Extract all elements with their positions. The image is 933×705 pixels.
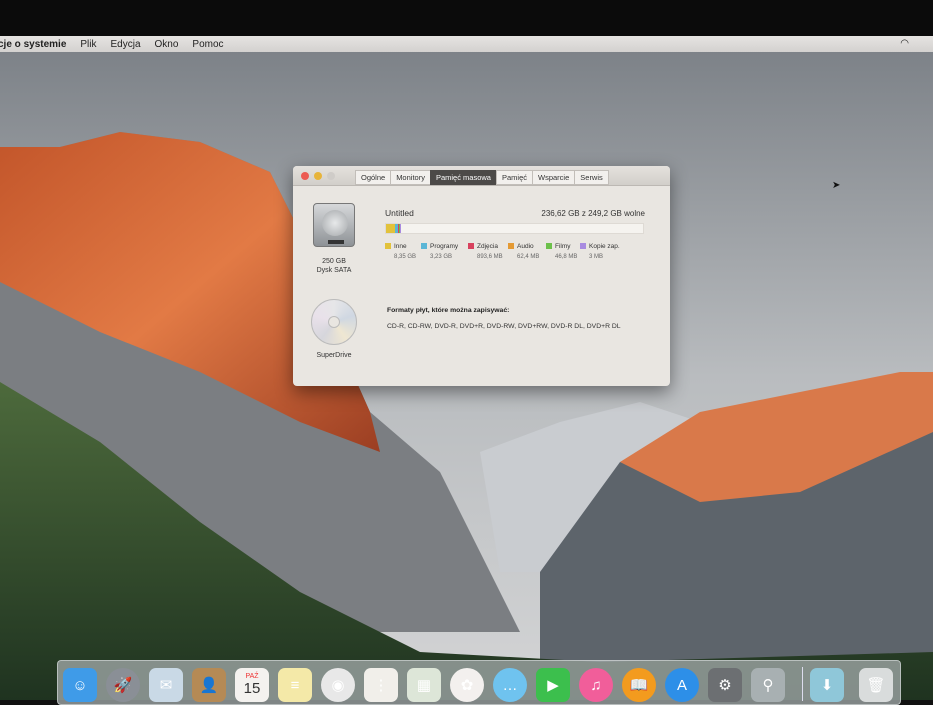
system-info-window: Ogólne Monitory Pamięć masowa Pamięć Wsp… [293,166,670,386]
dock-messages-icon[interactable]: … [493,668,527,702]
legend-size: 8,35 GB [394,254,417,260]
dock-reminders-icon[interactable]: ⋮ [364,668,398,702]
calendar-month: PAŹ [245,673,259,680]
zoom-button[interactable] [327,172,335,180]
formats-list: CD-R, CD-RW, DVD-R, DVD+R, DVD-RW, DVD+R… [387,323,621,330]
legend-size: 3,23 GB [430,254,453,260]
screen-bezel [0,0,933,38]
legend-size: 3 MB [589,254,604,260]
legend-label: Inne [394,243,407,250]
disk-size: 250 GB [322,258,346,265]
close-button[interactable] [301,172,309,180]
legend-item: Audio 62,4 MB [508,243,539,260]
menu-edycja[interactable]: Edycja [111,39,141,50]
tab-ogolne[interactable]: Ogólne [355,170,392,185]
dock-utility-icon[interactable]: ⚲ [751,668,785,702]
dock: ☺ 🚀 ✉ 👤 PAŹ 15 ≡ ◉ ⋮ ▦ ✿ … ▶ ♫ 📖 A ⚙ ⚲ ⬇ 🗑 [57,660,901,705]
calendar-day: 15 [243,680,261,697]
menu-pomoc[interactable]: Pomoc [192,39,223,50]
tab-monitory[interactable]: Monitory [390,170,431,185]
minimize-button[interactable] [314,172,322,180]
tab-pamiec-masowa[interactable]: Pamięć masowa [429,170,497,185]
legend-swatch [421,243,427,249]
legend-size: 46,8 MB [555,254,578,260]
legend-label: Filmy [555,243,571,250]
legend-size: 62,4 MB [517,254,540,260]
dock-ibooks-icon[interactable]: 📖 [622,668,656,702]
disc-icon [311,299,357,345]
legend-swatch [508,243,514,249]
volume-name: Untitled [385,208,414,218]
legend-swatch [546,243,552,249]
mouse-cursor-icon: ➤ [832,180,841,191]
disk-type: Dysk SATA [316,267,352,274]
legend-item: Programy 3,23 GB [421,243,458,260]
dock-preview-icon[interactable]: ▦ [407,668,441,702]
legend-swatch [385,243,391,249]
wifi-icon[interactable]: ◠ [900,38,909,49]
tab-wsparcie[interactable]: Wsparcie [532,170,576,185]
tab-pamiec[interactable]: Pamięć [495,170,533,185]
legend-label: Zdjęcia [477,243,498,250]
legend-label: Kopie zap. [589,243,620,250]
dock-notes-icon[interactable]: ≡ [278,668,312,702]
window-titlebar[interactable]: Ogólne Monitory Pamięć masowa Pamięć Wsp… [293,166,670,186]
dock-app-store-icon[interactable]: A [665,668,699,702]
dock-downloads-icon[interactable]: ⬇ [810,668,844,702]
dock-launchpad-icon[interactable]: 🚀 [106,668,140,702]
dock-contacts-icon[interactable]: 👤 [192,668,226,702]
drive-name: SuperDrive [316,352,352,359]
legend-item: Zdjęcia 893,6 MB [468,243,503,260]
dock-chrome-icon[interactable]: ◉ [321,668,355,702]
legend-item: Inne 8,35 GB [385,243,416,260]
dock-system-preferences-icon[interactable]: ⚙ [708,668,742,702]
dock-facetime-icon[interactable]: ▶ [536,668,570,702]
hard-disk-icon [313,203,355,247]
legend-item: Filmy 46,8 MB [546,243,577,260]
storage-usage-bar [385,223,644,234]
tab-serwis[interactable]: Serwis [574,170,609,185]
legend-swatch [468,243,474,249]
dock-divider [802,667,803,701]
menu-app-name[interactable]: cje o systemie [0,39,66,50]
usage-segment-0 [386,224,395,233]
menu-okno[interactable]: Okno [155,39,179,50]
formats-label: Formaty płyt, które można zapisywać: [387,307,510,314]
dock-itunes-icon[interactable]: ♫ [579,668,613,702]
legend-label: Programy [430,243,459,250]
usage-segment-5 [400,224,401,233]
dock-finder-icon[interactable]: ☺ [63,668,97,702]
free-space: 236,62 GB z 249,2 GB wolne [541,209,645,218]
dock-trash-icon[interactable]: 🗑 [859,668,893,702]
dock-mail-icon[interactable]: ✉ [149,668,183,702]
legend-label: Audio [517,243,534,250]
legend-swatch [580,243,586,249]
dock-calendar-icon[interactable]: PAŹ 15 [235,668,269,702]
menu-plik[interactable]: Plik [80,39,96,50]
tab-bar: Ogólne Monitory Pamięć masowa Pamięć Wsp… [355,170,609,185]
dock-photos-icon[interactable]: ✿ [450,668,484,702]
menu-bar: cje o systemie Plik Edycja Okno Pomoc ◠ [0,36,933,52]
legend-item: Kopie zap. 3 MB [580,243,620,260]
legend-size: 893,6 MB [477,254,503,260]
